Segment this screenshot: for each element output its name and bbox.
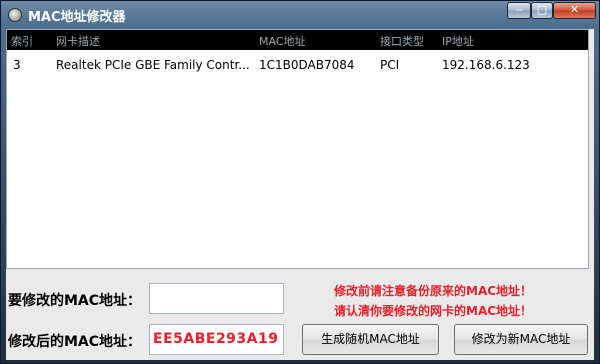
close-button[interactable]: ✕ [553, 2, 596, 19]
minimize-icon: ‒ [515, 3, 523, 16]
generate-random-mac-button[interactable]: 生成随机MAC地址 [302, 324, 439, 355]
maximize-button[interactable]: □ [531, 2, 553, 19]
target-mac-input[interactable] [149, 283, 284, 314]
app-window: MAC地址修改器 ‒ □ ✕ 索引 网卡描述 MAC地址 接口类型 IP地址 3… [0, 0, 600, 364]
column-header-interface[interactable]: 接口类型 [380, 33, 424, 49]
window-title: MAC地址修改器 [28, 10, 126, 25]
apply-new-mac-button[interactable]: 修改为新MAC地址 [454, 324, 588, 355]
target-mac-label: 要修改的MAC地址： [8, 293, 142, 309]
warning-line-2: 请认清你要修改的网卡的MAC地址！ [334, 304, 533, 318]
app-icon [8, 8, 22, 22]
column-header-description[interactable]: 网卡描述 [56, 33, 100, 49]
table-row[interactable]: 3 Realtek PCIe GBE Family Contr... 1C1B0… [7, 54, 588, 74]
column-header-ip[interactable]: IP地址 [442, 33, 474, 49]
title-bar[interactable]: MAC地址修改器 ‒ □ ✕ [1, 1, 599, 29]
adapter-list[interactable]: 索引 网卡描述 MAC地址 接口类型 IP地址 3 Realtek PCIe G… [6, 29, 589, 269]
minimize-button[interactable]: ‒ [507, 2, 531, 19]
list-header: 索引 网卡描述 MAC地址 接口类型 IP地址 [7, 30, 588, 50]
cell-interface: PCI [380, 58, 400, 72]
cell-description: Realtek PCIe GBE Family Contr... [56, 58, 250, 72]
close-icon: ✕ [569, 3, 580, 16]
client-area: 索引 网卡描述 MAC地址 接口类型 IP地址 3 Realtek PCIe G… [6, 29, 594, 360]
new-mac-label: 修改后的MAC地址： [8, 334, 142, 350]
column-header-mac[interactable]: MAC地址 [259, 33, 306, 49]
cell-mac: 1C1B0DAB7084 [259, 58, 355, 72]
cell-ip: 192.168.6.123 [442, 58, 530, 72]
cell-index: 3 [13, 58, 21, 72]
warning-line-1: 修改前请注意备份原来的MAC地址！ [334, 284, 533, 298]
maximize-icon: □ [536, 3, 548, 16]
new-mac-input[interactable]: EE5ABE293A19 [149, 324, 284, 355]
column-header-index[interactable]: 索引 [11, 33, 33, 49]
